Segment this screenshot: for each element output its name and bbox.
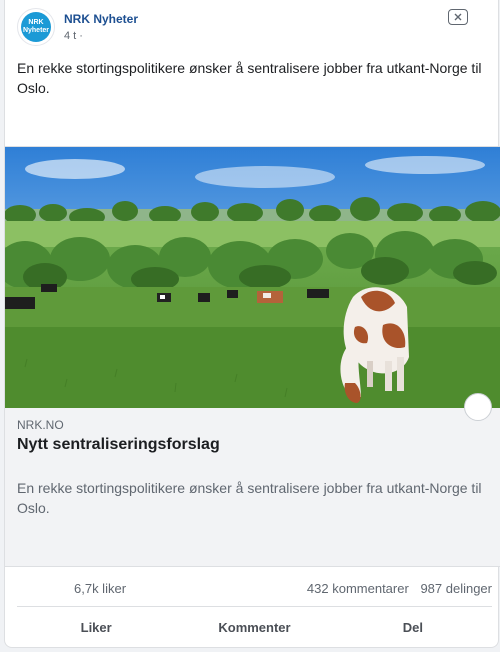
- engagement-stats: 6,7k liker 432 kommentarer 987 delinger: [17, 568, 492, 607]
- action-bar: Liker Kommenter Del: [17, 608, 492, 646]
- shares-count[interactable]: 987 delinger: [420, 581, 492, 596]
- share-button[interactable]: Del: [334, 608, 492, 646]
- save-circle-button[interactable]: [464, 393, 492, 421]
- page-name-link[interactable]: NRK Nyheter: [64, 12, 138, 26]
- avatar[interactable]: NRK Nyheter: [17, 8, 55, 46]
- comments-count[interactable]: 432 kommentarer: [307, 581, 409, 596]
- post-meta: 4 t ·: [64, 30, 83, 42]
- close-button[interactable]: [448, 9, 468, 25]
- like-button[interactable]: Liker: [17, 608, 175, 646]
- avatar-text-line2: Nyheter: [22, 27, 50, 34]
- close-icon: [454, 13, 462, 21]
- likes-count[interactable]: 6,7k liker: [74, 581, 126, 596]
- post-card: NRK Nyheter NRK Nyheter 4 t · En rekke s…: [4, 0, 500, 648]
- post-text: En rekke stortingspolitikere ønsker å se…: [17, 60, 482, 96]
- link-title[interactable]: Nytt sentraliseringsforslag: [17, 436, 220, 454]
- link-preview[interactable]: NRK.NO Nytt sentraliseringsforslag En re…: [5, 393, 500, 567]
- comment-button[interactable]: Kommenter: [175, 608, 333, 646]
- meta-separator: ·: [79, 30, 83, 42]
- link-description: En rekke stortingspolitikere ønsker å se…: [17, 480, 482, 516]
- post-header: NRK Nyheter NRK Nyheter 4 t ·: [5, 0, 498, 50]
- post-time[interactable]: 4 t: [64, 30, 76, 42]
- avatar-text-line1: NRK: [28, 19, 44, 26]
- link-domain: NRK.NO: [17, 418, 64, 432]
- nrk-logo-icon: NRK Nyheter: [21, 12, 51, 42]
- link-preview-image[interactable]: [5, 146, 500, 409]
